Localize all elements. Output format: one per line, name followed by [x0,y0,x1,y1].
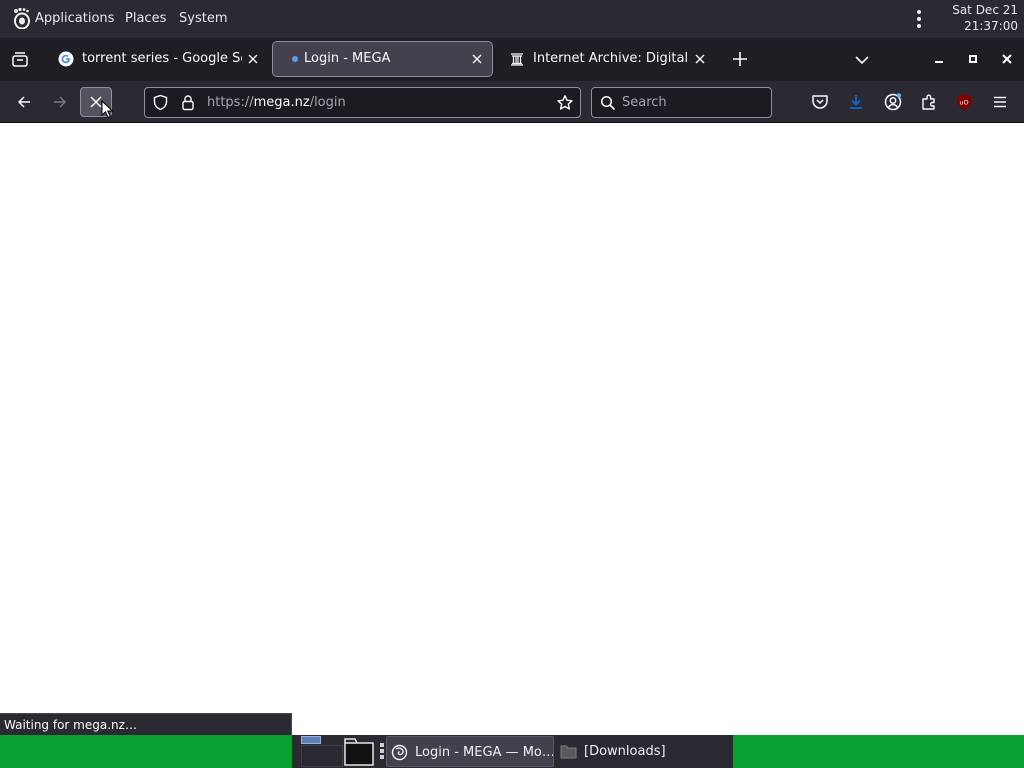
tab-title: Internet Archive: Digital Library [533,51,689,66]
search-input[interactable] [622,88,762,117]
firefox-view-icon[interactable] [8,48,32,72]
task-label: [Downloads] [584,744,666,759]
workspace-1[interactable] [301,736,321,744]
bookmark-star-icon[interactable] [556,94,574,112]
firefox-icon [391,744,408,761]
tab-internet-archive[interactable]: Internet Archive: Digital Library [497,42,715,76]
panel-kebab-icon[interactable] [912,8,926,30]
extensions-puzzle-icon[interactable] [919,92,939,112]
close-tab-icon[interactable] [470,52,484,66]
gnome-foot-icon[interactable] [10,7,32,29]
taskbar-handle[interactable] [380,743,384,761]
url-scheme: https:// [207,95,254,110]
tab-title: torrent series - Google Search [82,51,242,66]
bottom-taskbar: Login - MEGA — Mo… [Downloads] [0,735,1024,768]
status-panel: Waiting for mega.nz… [0,713,292,735]
new-tab-icon[interactable] [731,50,749,68]
maximize-icon[interactable] [965,51,981,67]
top-panel: Applications Places System Sat Dec 21 21… [0,0,1024,38]
loading-dot-icon [292,56,298,62]
url-path: /login [309,95,346,110]
folder-icon [560,745,577,759]
account-icon[interactable] [883,92,903,112]
tab-title: Login - MEGA [304,51,391,66]
svg-text:uO: uO [959,99,968,107]
clock-time: 21:37:00 [964,19,1018,33]
back-button[interactable] [8,87,40,117]
task-label: Login - MEGA — Mo… [415,745,554,760]
lock-icon[interactable] [180,94,196,111]
hamburger-menu-icon[interactable] [990,92,1010,112]
tab-google-search[interactable]: torrent series - Google Search [46,42,268,76]
search-icon [600,95,616,111]
minimize-icon[interactable] [931,51,947,67]
downloads-icon[interactable] [846,92,866,112]
navigation-toolbar: https://mega.nz/login uO [0,81,1024,123]
forward-button[interactable] [44,87,76,117]
close-tab-icon[interactable] [693,52,707,66]
archive-icon [511,53,523,66]
page-content[interactable] [0,123,1024,735]
search-box[interactable] [591,87,772,118]
show-desktop-icon[interactable] [344,737,374,766]
places-menu[interactable]: Places [125,0,166,38]
close-tab-icon[interactable] [246,52,260,66]
task-firefox[interactable]: Login - MEGA — Mo… [386,736,554,767]
tab-strip: torrent series - Google Search Login - M… [0,38,1024,81]
taskbar-window-list: Login - MEGA — Mo… [Downloads] [292,735,733,768]
close-window-icon[interactable] [999,51,1015,67]
arrow-left-icon [17,96,30,108]
tracking-protection-shield-icon[interactable] [152,94,169,111]
applications-menu[interactable]: Applications [35,0,114,38]
url-text[interactable]: https://mega.nz/login [207,88,346,117]
pocket-icon[interactable] [810,92,830,112]
workspace-switcher[interactable] [301,745,343,767]
mouse-cursor-icon [101,100,114,119]
url-host: mega.nz [253,95,310,110]
ublock-origin-icon[interactable]: uO [954,92,974,112]
arrow-right-icon [54,96,67,108]
clock[interactable]: Sat Dec 21 21:37:00 [952,2,1018,34]
task-downloads[interactable]: [Downloads] [556,736,732,767]
clock-date: Sat Dec 21 [952,3,1018,17]
url-bar[interactable]: https://mega.nz/login [144,87,581,118]
chevron-down-icon[interactable] [853,51,871,69]
google-icon [58,51,74,67]
tab-login-mega[interactable]: Login - MEGA [272,41,493,77]
system-menu[interactable]: System [179,0,227,38]
